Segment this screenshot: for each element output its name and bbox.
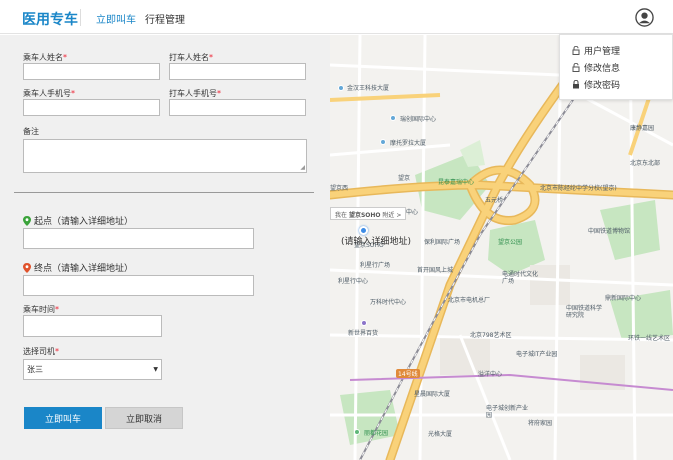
call-car-button[interactable]: 立即叫车 [24,407,102,429]
caller-phone-label: 打车人手机号* [169,89,221,98]
poi-label: 保利国际广场 [424,239,461,246]
poi-label: 瑞创国际中心 [400,116,437,123]
start-address-input[interactable] [23,228,254,249]
green-pin-icon [23,215,31,226]
user-avatar-icon[interactable] [635,8,654,27]
poi-label: 新世界百货 [348,330,379,337]
poi-label: 北京东北部 [630,160,661,167]
nav-divider [80,9,81,26]
end-address-input[interactable] [23,275,254,296]
cancel-button[interactable]: 立即取消 [105,407,183,429]
remark-textarea[interactable]: ◢ [23,139,307,173]
form-divider [14,192,314,193]
poi-label: 中国铁道科学研究院 [566,305,603,319]
poi-label: 环铁一线艺术区 [628,335,671,342]
ride-time-label: 乘车时间* [23,305,59,314]
menu-item-edit-info[interactable]: 修改信息 [572,61,620,74]
poi-label: 昆泰嘉瑞中心 [438,179,475,186]
end-point-label: 终点（请输入详细地址） [23,261,133,274]
menu-item-change-password[interactable]: 修改密码 [572,78,620,91]
nav-trip-management[interactable]: 行程管理 [145,11,185,26]
caller-name-input[interactable] [169,63,306,80]
nav-call-car[interactable]: 立即叫车 [96,11,136,26]
remark-label: 备注 [23,127,39,136]
poi-marker[interactable] [338,85,344,91]
poi-label: 电通时代文化广场 [502,271,539,285]
poi-label: 北京市陈经纶中学分校(望京) [540,185,617,192]
resize-grip-icon[interactable]: ◢ [300,165,305,171]
driver-selected-value: 张三 [27,365,43,374]
subway-line-badge: 14号线 [396,369,420,378]
poi-label: 北京798艺术区 [470,332,512,339]
poi-marker[interactable] [390,115,396,121]
poi-label: 电子城IT产业园 [516,351,558,358]
poi-label: 电子城创新产业园 [486,405,529,419]
poi-label: 望京西 [330,185,349,192]
poi-label: 康静嘉园 [630,125,655,132]
poi-label: 摩托罗拉大厦 [390,140,427,147]
address-hint: (请输入详细地址) [341,237,412,247]
poi-marker[interactable] [354,429,360,435]
lock-open-icon [572,63,580,72]
order-form-panel: 乘车人姓名* 打车人姓名* 乘车人手机号* 打车人手机号* 备注 ◢ 起点（请输… [0,35,330,460]
poi-label: 利星行广场 [360,262,391,269]
poi-marker[interactable] [380,139,386,145]
red-pin-icon [23,262,31,273]
caller-name-label: 打车人姓名* [169,53,213,62]
poi-label: 丽都花园 [364,430,389,437]
passenger-name-label: 乘车人姓名* [23,53,67,62]
poi-label: 北京市电机总厂 [448,297,491,304]
user-dropdown-menu: 用户管理 修改信息 修改密码 [559,34,673,100]
start-point-label: 起点（请输入详细地址） [23,214,133,227]
poi-label: 将府家园 [528,420,553,427]
poi-label: 五元桥 [485,197,504,204]
poi-label: 望京公园 [498,239,523,246]
poi-label: 中国铁道博物馆 [588,228,631,235]
caller-phone-input[interactable] [169,99,306,116]
poi-marker[interactable] [361,320,367,326]
poi-label: 溢洋中心 [478,371,503,378]
location-tooltip[interactable]: 我在 望京SOHO 附近 > [330,207,407,220]
menu-item-user-management[interactable]: 用户管理 [572,44,620,57]
poi-label: 光格大厦 [428,431,453,438]
ride-time-input[interactable] [23,315,162,337]
poi-label: 利星行中心 [338,278,369,285]
lock-open-icon [572,46,580,55]
driver-select[interactable]: 张三 ▼ [23,359,162,380]
passenger-name-input[interactable] [23,63,160,80]
passenger-phone-input[interactable] [23,99,160,116]
poi-label: 首开国风上城 [417,267,454,274]
top-navbar: 医用专车 立即叫车 行程管理 [0,0,673,34]
driver-select-label: 选择司机* [23,347,59,356]
poi-label: 望京 [398,175,411,182]
chevron-down-icon: ▼ [153,366,158,373]
brand-logo: 医用专车 [22,12,78,28]
poi-label: 中心 [406,209,419,216]
poi-label: 鼎新国际中心 [605,295,642,302]
poi-label: 万科时代中心 [370,299,407,306]
passenger-phone-label: 乘车人手机号* [23,89,75,98]
lock-icon [573,80,579,89]
poi-label: 金汉王科技大厦 [347,85,390,92]
poi-label: 星晨国际大厦 [414,391,451,398]
